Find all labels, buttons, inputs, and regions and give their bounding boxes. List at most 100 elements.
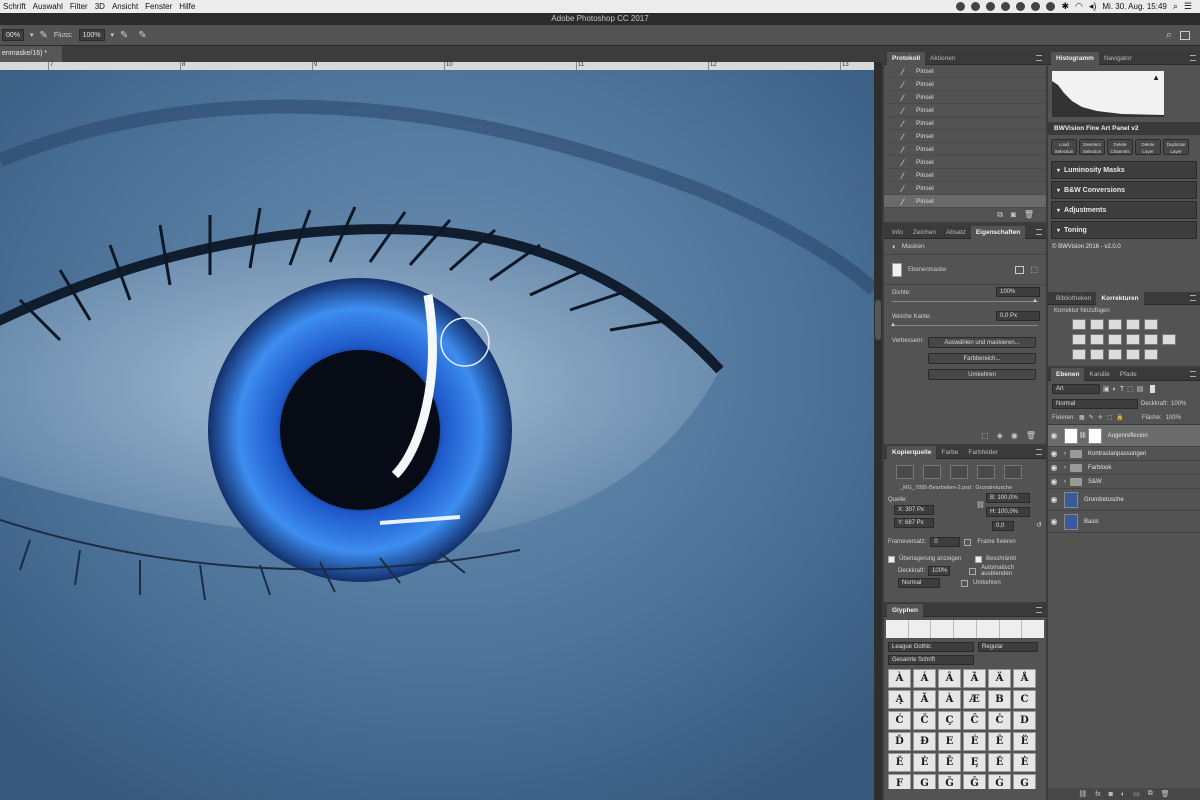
source-x-field[interactable]: X: 307 Px xyxy=(894,505,934,515)
history-item[interactable]: ⁄ Pinsel xyxy=(884,78,1046,91)
glyph-cell[interactable]: Ĉ xyxy=(963,711,986,730)
brightness-icon[interactable] xyxy=(1072,319,1086,330)
glyph-cell[interactable]: Ä xyxy=(988,669,1011,688)
tab-glyphen[interactable]: Glyphen xyxy=(887,603,924,617)
pressure-opacity-icon[interactable]: ✎ xyxy=(40,30,48,41)
font-family-select[interactable]: League Gothic xyxy=(888,642,974,652)
glyph-cell[interactable]: Â xyxy=(938,669,961,688)
layer-thumbnail[interactable] xyxy=(1064,427,1078,444)
link-layers-icon[interactable]: ⛓ xyxy=(1078,790,1087,798)
tab-kanaele[interactable]: Kanäle xyxy=(1084,368,1114,381)
glyph-cell[interactable]: C xyxy=(1013,690,1036,709)
panel-menu-icon[interactable] xyxy=(1190,55,1196,61)
glyph-cell[interactable]: Ē xyxy=(938,753,961,772)
gradient-map-icon[interactable] xyxy=(1126,349,1140,360)
tab-eigenschaften[interactable]: Eigenschaften xyxy=(970,225,1026,239)
glyph-cell[interactable]: Å xyxy=(1013,669,1036,688)
invert-checkbox[interactable] xyxy=(961,579,968,587)
warning-icon[interactable]: ▲ xyxy=(1152,73,1160,82)
color-lookup-icon[interactable] xyxy=(1162,334,1176,345)
visibility-icon[interactable]: ◉ xyxy=(1011,431,1018,440)
trash-icon[interactable]: 🗑 xyxy=(1024,210,1034,220)
glyph-cell[interactable]: Ę xyxy=(963,753,986,772)
panel-menu-icon[interactable] xyxy=(1190,371,1196,377)
clone-source-slot[interactable] xyxy=(896,465,914,479)
search-icon[interactable]: ⌕ xyxy=(1166,29,1172,42)
clone-source-slot[interactable] xyxy=(1004,465,1022,479)
tab-kopierquelle[interactable]: Kopierquelle xyxy=(887,445,937,459)
history-item[interactable]: ⁄ Pinsel xyxy=(884,104,1046,117)
history-item[interactable]: ⁄ Pinsel xyxy=(884,65,1046,78)
history-item[interactable]: ⁄ Pinsel xyxy=(884,156,1046,169)
deselect-selection-button[interactable]: Deselect Selection xyxy=(1079,139,1105,155)
opacity-field[interactable]: 00% xyxy=(2,29,25,41)
history-item-current[interactable]: ⁄ Pinsel xyxy=(884,195,1046,208)
sync-icon[interactable] xyxy=(1031,2,1041,11)
angle-field[interactable]: 0,0 xyxy=(992,521,1014,531)
frame-fix-checkbox[interactable] xyxy=(964,538,972,546)
tab-bibliotheken[interactable]: Bibliotheken xyxy=(1051,292,1096,305)
search-icon[interactable]: ⌕ xyxy=(1173,1,1178,12)
flow-field[interactable]: 100% xyxy=(78,29,105,41)
pressure-size-icon[interactable]: ✎ xyxy=(138,30,146,41)
recent-glyph-slot[interactable] xyxy=(909,620,932,638)
section-luminosity-masks[interactable]: ▾ Luminosity Masks xyxy=(1051,161,1197,179)
glyph-cell[interactable]: Đ xyxy=(913,732,936,751)
invert-icon[interactable] xyxy=(1072,349,1086,360)
selective-color-icon[interactable] xyxy=(1144,349,1158,360)
panel-menu-icon[interactable] xyxy=(1036,449,1042,455)
section-bw-conversions[interactable]: ▾ B&W Conversions xyxy=(1051,181,1197,199)
record-icon[interactable] xyxy=(956,2,966,11)
list-icon[interactable]: ☰ xyxy=(1184,1,1192,12)
history-item[interactable]: ⁄ Pinsel xyxy=(884,117,1046,130)
font-style-select[interactable]: Regular xyxy=(978,642,1038,652)
photo-filter-icon[interactable] xyxy=(1126,334,1140,345)
history-item[interactable]: ⁄ Pinsel xyxy=(884,169,1046,182)
glyph-cell[interactable]: Ġ xyxy=(988,774,1011,789)
density-field[interactable]: 100% xyxy=(996,287,1040,297)
glyph-cell[interactable]: Ć xyxy=(888,711,911,730)
load-selection-button[interactable]: Load Selection xyxy=(1051,139,1077,155)
density-slider-handle[interactable]: ▲ xyxy=(1032,298,1038,304)
filter-adjustment-icon[interactable]: ◐ xyxy=(1113,386,1117,393)
tab-farbfelder[interactable]: Farbfelder xyxy=(963,446,1003,459)
layer-filter-select[interactable]: Art xyxy=(1052,384,1100,394)
recent-glyph-slot[interactable] xyxy=(977,620,1000,638)
filter-pixel-icon[interactable]: ▣ xyxy=(1103,385,1110,393)
scale-h-field[interactable]: H: 100,0% xyxy=(986,507,1030,517)
recent-glyph-slot[interactable] xyxy=(1000,620,1023,638)
duplicate-layer-button[interactable]: Duplicate Layer xyxy=(1163,139,1189,155)
tab-aktionen[interactable]: Aktionen xyxy=(925,52,960,65)
glyph-cell[interactable]: Ď xyxy=(888,732,911,751)
clipped-checkbox[interactable] xyxy=(975,555,982,563)
tab-protokoll[interactable]: Protokoll xyxy=(887,51,926,65)
vector-mask-icon[interactable]: ⬚ xyxy=(1030,265,1038,274)
history-item[interactable]: ⁄ Pinsel xyxy=(884,182,1046,195)
filter-shape-icon[interactable]: ⬚ xyxy=(1127,385,1134,393)
dropdown-arrow-icon[interactable]: ▾ xyxy=(111,31,115,39)
panel-menu-icon[interactable] xyxy=(1036,607,1042,613)
glyph-cell[interactable]: F xyxy=(888,774,911,789)
load-selection-icon[interactable]: ⬚ xyxy=(981,431,989,440)
tab-farbe[interactable]: Farbe xyxy=(936,446,963,459)
source-y-field[interactable]: Y: 687 Px xyxy=(894,518,934,528)
airbrush-icon[interactable]: ✎ xyxy=(120,30,128,41)
lock-all-icon[interactable]: 🔒 xyxy=(1116,414,1123,421)
layer-group-row[interactable]: ◉ › S&W xyxy=(1048,475,1200,489)
glyph-cell[interactable]: Ă xyxy=(913,690,936,709)
glyph-cell[interactable]: D xyxy=(1013,711,1036,730)
overlay-opacity-field[interactable]: 100% xyxy=(928,566,951,576)
add-mask-icon[interactable]: ◙ xyxy=(1109,791,1113,798)
tab-korrekturen[interactable]: Korrekturen xyxy=(1096,291,1144,305)
glyph-cell[interactable]: Ê xyxy=(988,732,1011,751)
channel-mixer-icon[interactable] xyxy=(1144,334,1158,345)
visibility-eye-icon[interactable]: ◉ xyxy=(1048,449,1060,458)
tab-zeichen[interactable]: Zeichen xyxy=(908,226,941,239)
glyph-cell[interactable]: Ě xyxy=(888,753,911,772)
menu-schrift[interactable]: Schrift xyxy=(3,2,26,11)
layer-name[interactable]: Augenreflexion xyxy=(1108,433,1148,439)
camera-icon[interactable]: ◙ xyxy=(1011,210,1016,220)
scrollbar-thumb[interactable] xyxy=(875,300,881,340)
vibrance-icon[interactable] xyxy=(1144,319,1158,330)
frame-offset-field[interactable]: 0 xyxy=(930,537,961,547)
